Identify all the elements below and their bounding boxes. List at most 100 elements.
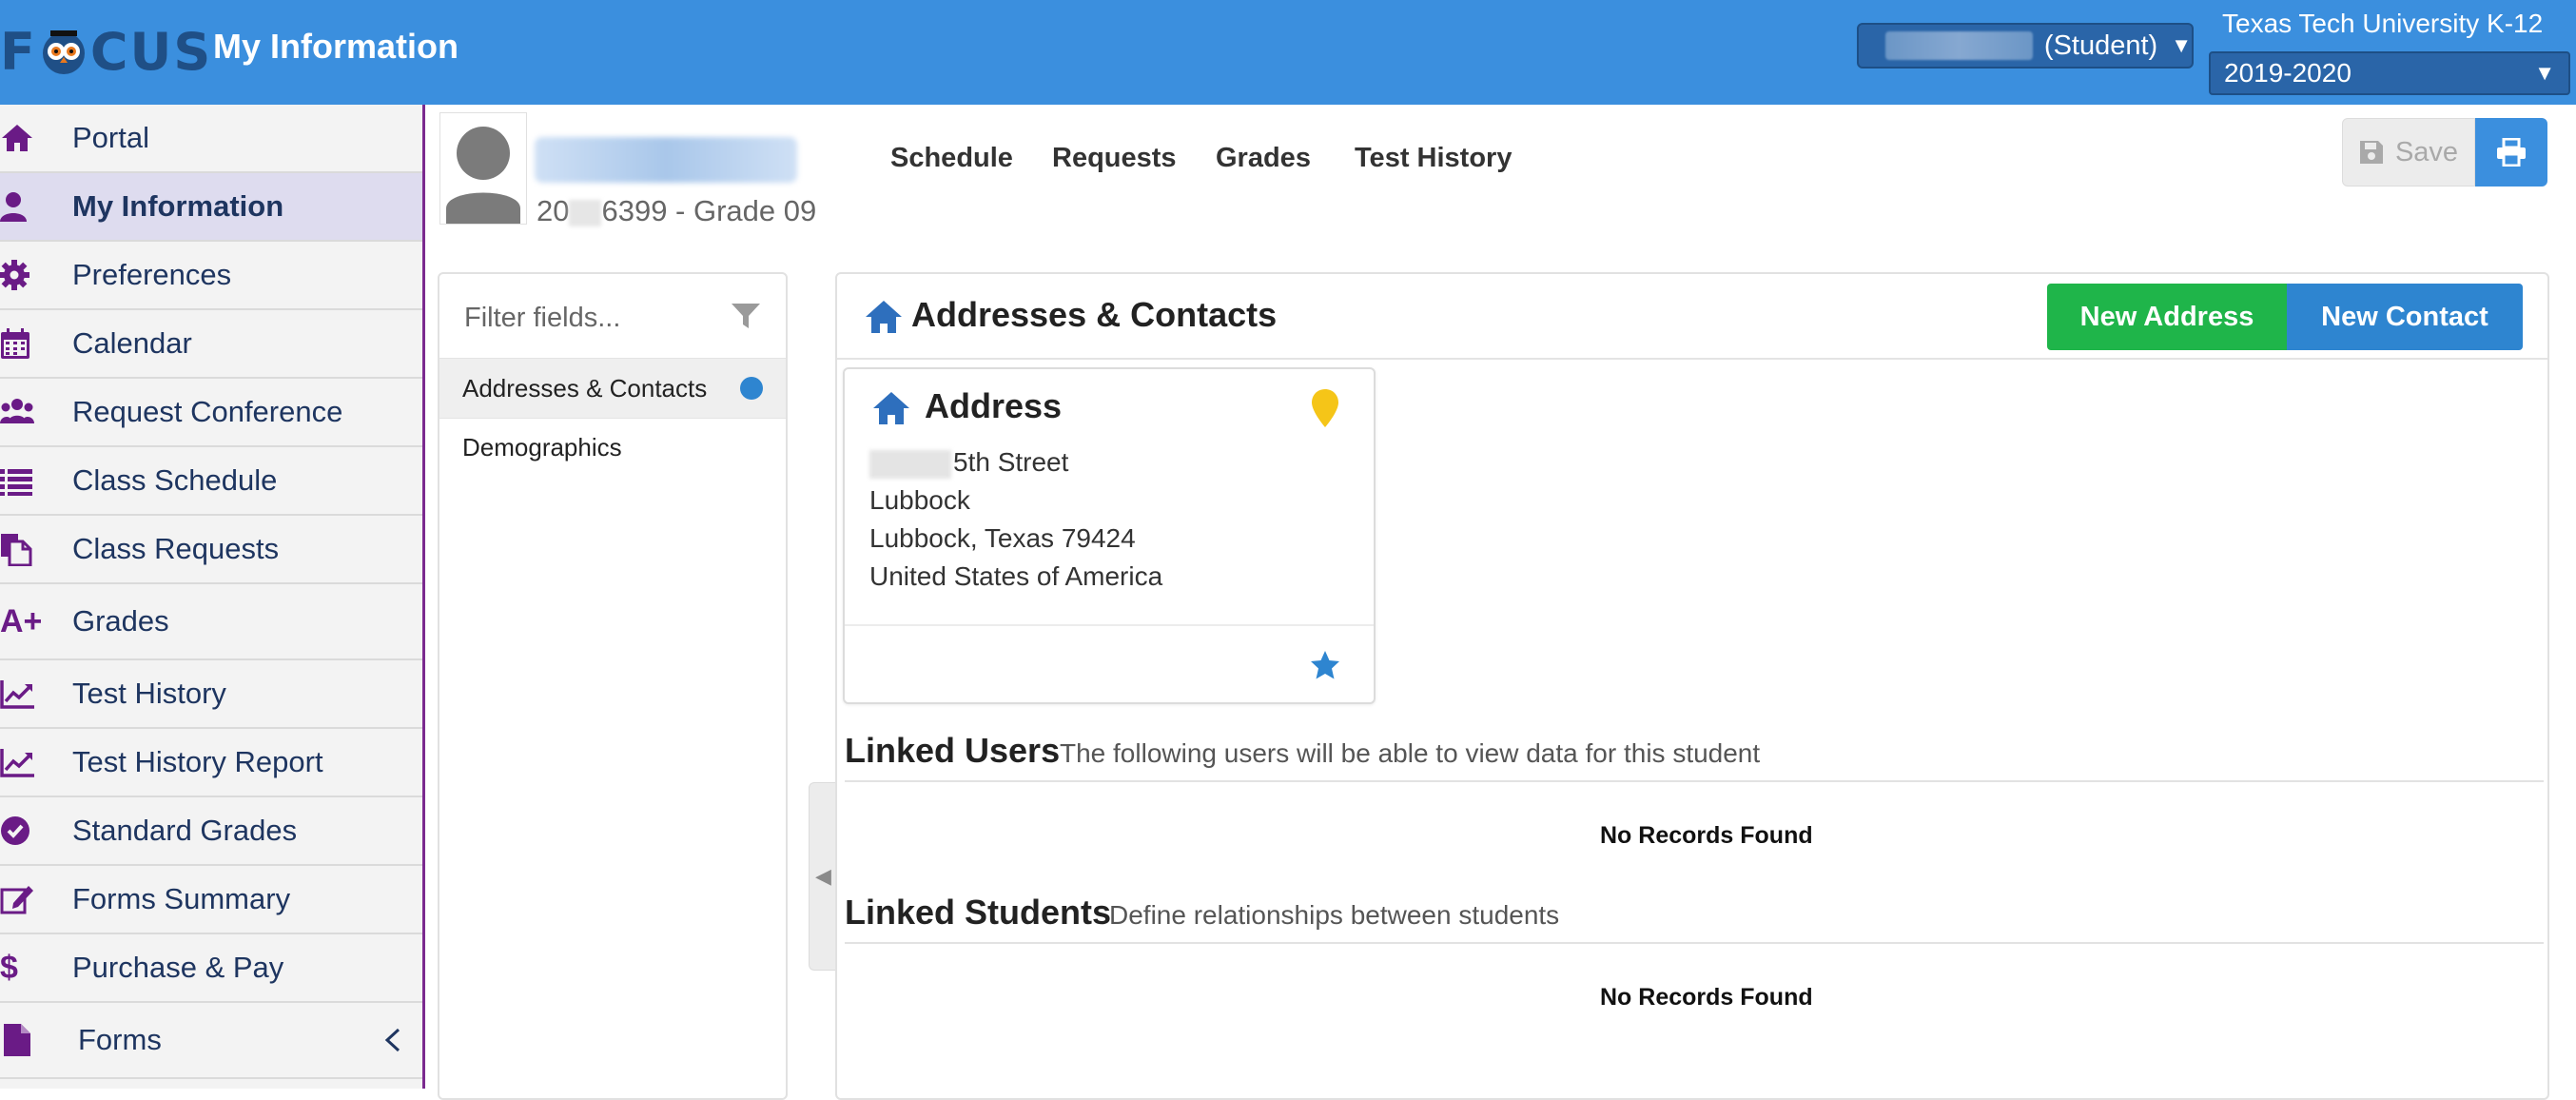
student-id-prefix: 20 xyxy=(537,194,570,227)
sidebar-item-label: My Information xyxy=(72,189,284,223)
sidebar-item-calendar[interactable]: Calendar xyxy=(0,310,422,379)
student-id-grade: 20 6399 - Grade 09 xyxy=(537,194,816,228)
sidebar-item-test-history[interactable]: Test History xyxy=(0,660,422,729)
school-year-value: 2019-2020 xyxy=(2224,58,2352,88)
tab-requests[interactable]: Requests xyxy=(1052,143,1177,174)
sidebar-item-label: Preferences xyxy=(72,258,232,291)
print-icon xyxy=(2497,138,2526,167)
sidebar-nav: Portal My Information Preferences Calend… xyxy=(0,105,425,1089)
users-icon xyxy=(0,399,34,423)
list-icon xyxy=(0,469,32,496)
sidebar-item-label: Standard Grades xyxy=(72,814,298,847)
sidebar-item-class-schedule[interactable]: Class Schedule xyxy=(0,447,422,516)
filter-icon[interactable] xyxy=(731,301,761,331)
linked-users-title: Linked Users xyxy=(845,731,1061,770)
school-year-select[interactable]: 2019-2020 ▼ xyxy=(2209,51,2570,95)
panel-title: Addresses & Contacts xyxy=(911,295,1278,334)
top-header: F CUS My Information (Student) ▼ Texas T… xyxy=(0,0,2576,105)
sidebar-item-label: Purchase & Pay xyxy=(72,951,284,984)
active-section-indicator xyxy=(740,377,763,400)
filter-fields-input[interactable] xyxy=(462,295,723,341)
section-label: Demographics xyxy=(462,432,622,462)
linked-students-empty: No Records Found xyxy=(1600,984,1813,1011)
section-divider xyxy=(845,942,2544,944)
calendar-icon xyxy=(1,328,29,359)
address-card-title: Address xyxy=(925,386,1063,425)
student-name-redacted xyxy=(535,137,797,183)
tab-schedule[interactable]: Schedule xyxy=(890,143,1013,174)
section-demographics[interactable]: Demographics xyxy=(439,419,786,476)
street-text: 5th Street xyxy=(953,447,1069,477)
panel-header-divider xyxy=(837,358,2547,360)
sidebar-item-label: Portal xyxy=(72,121,149,154)
student-name-redacted xyxy=(1885,31,2033,60)
sidebar-item-label: Calendar xyxy=(72,326,192,360)
redaction-mask xyxy=(569,199,602,226)
avatar xyxy=(439,112,527,225)
student-select[interactable]: (Student) ▼ xyxy=(1857,23,2194,69)
card-divider xyxy=(845,624,1374,626)
linked-users-description: The following users will be able to view… xyxy=(1060,738,1761,768)
address-city-state-zip: Lubbock, Texas 79424 xyxy=(869,523,1136,553)
focus-logo[interactable]: F CUS xyxy=(0,21,212,82)
school-name[interactable]: Texas Tech University K-12 xyxy=(2209,2,2570,46)
tab-grades[interactable]: Grades xyxy=(1216,143,1311,174)
home-icon xyxy=(2,125,32,151)
save-label: Save xyxy=(2394,136,2459,167)
dropdown-arrow-icon: ▼ xyxy=(2534,61,2555,85)
address-street: 5th Street xyxy=(869,447,1068,479)
new-address-button[interactable]: New Address xyxy=(2047,284,2287,350)
map-pin-icon[interactable] xyxy=(1311,388,1339,428)
user-icon xyxy=(0,192,27,222)
caret-left-icon: ◀ xyxy=(815,864,831,888)
linked-users-empty: No Records Found xyxy=(1600,822,1813,849)
redaction-mask xyxy=(869,449,951,479)
logo-letter-f: F xyxy=(0,21,37,82)
linked-students-description: Define relationships between students xyxy=(1109,900,1560,930)
line-chart-icon xyxy=(0,749,34,777)
section-addresses-contacts[interactable]: Addresses & Contacts xyxy=(439,358,786,419)
line-chart-icon xyxy=(0,680,34,709)
a-plus-icon: A+ xyxy=(0,603,43,639)
sidebar-item-portal[interactable]: Portal xyxy=(0,105,422,173)
save-button[interactable]: Save xyxy=(2342,118,2475,187)
section-divider xyxy=(845,780,2544,782)
edit-icon xyxy=(0,886,33,914)
user-avatar-icon xyxy=(446,127,520,224)
sidebar-item-label: Test History xyxy=(72,677,226,710)
sidebar-item-my-information[interactable]: My Information xyxy=(0,173,422,242)
chevron-left-icon[interactable] xyxy=(382,1027,403,1053)
sidebar-item-forms-summary[interactable]: Forms Summary xyxy=(0,866,422,934)
sidebar-item-label: Test History Report xyxy=(72,745,323,778)
copy-icon xyxy=(1,534,32,566)
sidebar-item-grades[interactable]: A+ Grades xyxy=(0,584,422,660)
file-icon xyxy=(4,1024,30,1056)
sidebar-item-standard-grades[interactable]: Standard Grades xyxy=(0,797,422,866)
tab-test-history[interactable]: Test History xyxy=(1355,143,1512,174)
section-label: Addresses & Contacts xyxy=(462,373,708,403)
logo-letters-cus: CUS xyxy=(89,21,213,82)
sidebar-item-preferences[interactable]: Preferences xyxy=(0,242,422,310)
floppy-disk-icon xyxy=(2359,141,2383,164)
page-title: My Information xyxy=(213,27,459,66)
print-button[interactable] xyxy=(2475,118,2547,187)
sidebar-item-test-history-report[interactable]: Test History Report xyxy=(0,729,422,797)
sidebar-item-request-conference[interactable]: Request Conference xyxy=(0,379,422,447)
sidebar-item-purchase-pay[interactable]: $ Purchase & Pay xyxy=(0,934,422,1003)
dropdown-arrow-icon: ▼ xyxy=(2171,33,2192,57)
dollar-icon: $ xyxy=(0,950,18,986)
sidebar-item-label: Class Requests xyxy=(72,532,280,565)
new-contact-button[interactable]: New Contact xyxy=(2287,284,2523,350)
collapse-panel-handle[interactable]: ◀ xyxy=(809,782,837,971)
sidebar-item-forms[interactable]: Forms xyxy=(0,1003,422,1079)
check-circle-icon xyxy=(1,816,29,845)
student-role: (Student) xyxy=(2043,29,2158,61)
address-country: United States of America xyxy=(869,561,1163,591)
gear-icon xyxy=(0,260,29,290)
sidebar-item-class-requests[interactable]: Class Requests xyxy=(0,516,422,584)
sidebar-item-label: Grades xyxy=(72,604,169,638)
star-icon[interactable] xyxy=(1309,649,1341,681)
sidebar-item-label: Forms xyxy=(78,1023,162,1056)
address-city: Lubbock xyxy=(869,485,970,515)
owl-logo-icon xyxy=(42,30,85,74)
